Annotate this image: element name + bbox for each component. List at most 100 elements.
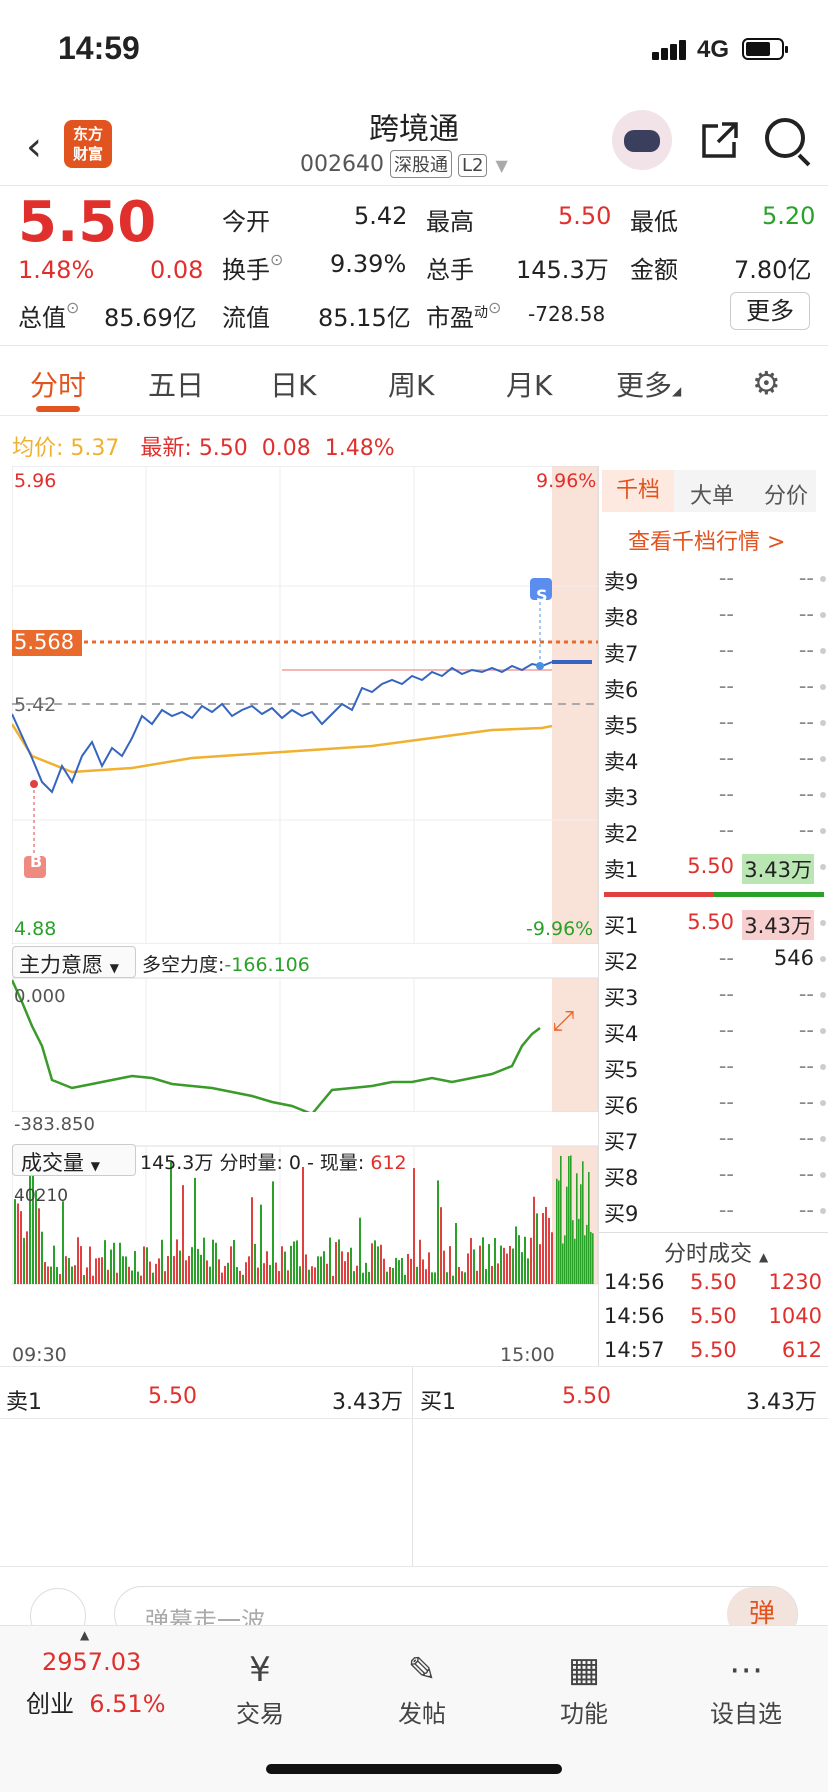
pe-value: -728.58 — [528, 302, 606, 326]
volume-bar — [485, 1268, 487, 1284]
volume-bar — [341, 1251, 343, 1284]
volume-bar — [491, 1266, 493, 1284]
volume-bar — [362, 1272, 364, 1284]
volume-bar — [236, 1267, 238, 1284]
buy-order-row[interactable]: 买4 -- -- — [604, 1018, 826, 1048]
sell-order-row[interactable]: 卖4 -- -- — [604, 746, 826, 776]
indicator-bottom-label: -383.850 — [14, 1114, 95, 1135]
volume-bar — [551, 1232, 553, 1284]
volume-bar — [299, 1266, 301, 1284]
volume-bar — [458, 1266, 460, 1284]
float-cap-label: 流值 — [222, 304, 270, 332]
index-value[interactable]: 2957.03 — [42, 1648, 141, 1676]
volume-bar — [368, 1271, 370, 1284]
volume-bar — [570, 1155, 572, 1284]
volume-bar — [26, 1231, 28, 1284]
view-depth-link[interactable]: 查看千档行情 > — [628, 524, 785, 556]
tick-volume: 612 — [781, 1338, 822, 1362]
volume-bar — [89, 1246, 91, 1284]
buy-order-row[interactable]: 买5 -- -- — [604, 1054, 826, 1084]
search-icon[interactable] — [765, 118, 805, 158]
volume-bar — [278, 1271, 280, 1284]
sell-order-row[interactable]: 卖8 -- -- — [604, 602, 826, 632]
expand-icon[interactable]: ⤢ — [552, 1004, 574, 1038]
volume-bar — [479, 1245, 481, 1284]
volume-bar — [440, 1207, 442, 1284]
index-name[interactable]: 创业 6.51% — [26, 1684, 166, 1719]
buy-order-row[interactable]: 买2 -- 546 — [604, 946, 826, 976]
order-volume: -- — [798, 746, 814, 770]
volume-select[interactable]: 成交量 ▼ — [12, 1144, 136, 1176]
depth-tabs: 千档 大单 分价 — [602, 470, 816, 512]
order-level-label: 买5 — [604, 1058, 639, 1082]
volume-bar — [221, 1272, 223, 1284]
intraday-chart[interactable] — [12, 466, 598, 1366]
tab-weekly-k[interactable]: 周K — [388, 364, 434, 404]
sell-order-row[interactable]: 卖9 -- -- — [604, 566, 826, 596]
volume-bar — [284, 1251, 286, 1284]
order-level-label: 卖5 — [604, 714, 639, 738]
buy-order-row[interactable]: 买8 -- -- — [604, 1162, 826, 1192]
ticks-title[interactable]: 分时成交 ▲ — [664, 1236, 768, 1268]
volume-bar — [83, 1275, 85, 1284]
pe-label[interactable]: 市盈动⊙ — [426, 298, 501, 333]
buy-order-row[interactable]: 买3 -- -- — [604, 982, 826, 1012]
tab-monthly-k[interactable]: 月K — [506, 364, 552, 404]
volume-bar — [119, 1242, 121, 1284]
tab-five-day[interactable]: 五日 — [148, 364, 204, 404]
buy-order-row[interactable]: 买7 -- -- — [604, 1126, 826, 1156]
nav-post[interactable]: ✎ 发帖 — [372, 1650, 472, 1729]
sell-marker[interactable]: S — [536, 586, 548, 605]
volume-bar — [527, 1258, 529, 1284]
volume-bar — [38, 1208, 40, 1284]
order-price: -- — [718, 1198, 734, 1222]
volume-bar — [185, 1260, 187, 1284]
volume-bar — [230, 1246, 232, 1284]
volume-bar — [14, 1199, 16, 1284]
nav-functions[interactable]: ▦ 功能 — [534, 1650, 634, 1729]
sell-order-row[interactable]: 卖1 5.50 3.43万 — [604, 854, 826, 884]
volume-bar — [350, 1247, 352, 1284]
volume-bar — [41, 1231, 43, 1284]
chart-tabs: 分时 五日 日K 周K 月K 更多◢ ⚙ — [0, 346, 828, 416]
more-button[interactable]: 更多 — [730, 292, 810, 330]
order-level-label: 买3 — [604, 986, 639, 1010]
volume-bar — [74, 1265, 76, 1284]
share-icon[interactable] — [700, 120, 740, 169]
buy-marker[interactable]: B — [30, 852, 42, 871]
tab-large-orders[interactable]: 大单 — [690, 478, 734, 510]
order-level-label: 买7 — [604, 1130, 639, 1154]
tab-intraday[interactable]: 分时 — [30, 364, 86, 404]
dot-icon — [820, 864, 826, 870]
market-cap-label[interactable]: 总值⊙ — [18, 298, 79, 333]
indicator-select[interactable]: 主力意愿 ▼ — [12, 946, 136, 978]
sell-order-row[interactable]: 卖2 -- -- — [604, 818, 826, 848]
turnover-label[interactable]: 换手⊙ — [222, 250, 283, 285]
tab-price-distribution[interactable]: 分价 — [764, 478, 808, 510]
sell-order-row[interactable]: 卖6 -- -- — [604, 674, 826, 704]
amount-value: 7.80亿 — [734, 256, 812, 284]
alert-price-label[interactable]: 5.568 — [14, 630, 74, 654]
tab-more[interactable]: 更多◢ — [616, 364, 681, 404]
tab-thousand-levels[interactable]: 千档 — [602, 470, 674, 512]
volume-bar — [272, 1181, 274, 1284]
sell-order-row[interactable]: 卖3 -- -- — [604, 782, 826, 812]
dot-icon — [820, 792, 826, 798]
assistant-robot-icon[interactable] — [612, 110, 672, 170]
buy-order-row[interactable]: 买1 5.50 3.43万 — [604, 910, 826, 940]
volume-bar — [533, 1196, 535, 1284]
nav-trade[interactable]: ¥ 交易 — [210, 1650, 310, 1729]
tab-daily-k[interactable]: 日K — [270, 364, 316, 404]
buy-order-row[interactable]: 买6 -- -- — [604, 1090, 826, 1120]
stock-code[interactable]: 002640 深股通 L2 ▼ — [300, 150, 508, 178]
volume-bar — [47, 1266, 49, 1284]
tick-volume: 1230 — [768, 1270, 822, 1294]
sell-order-row[interactable]: 卖7 -- -- — [604, 638, 826, 668]
settings-gear-icon[interactable]: ⚙ — [752, 364, 781, 402]
order-level-label: 卖7 — [604, 642, 639, 666]
volume-bar — [110, 1249, 112, 1284]
sell-order-row[interactable]: 卖5 -- -- — [604, 710, 826, 740]
buy-order-row[interactable]: 买9 -- -- — [604, 1198, 826, 1228]
volume-bar — [389, 1267, 391, 1284]
nav-add-watchlist[interactable]: ⋯ 设自选 — [696, 1650, 796, 1729]
